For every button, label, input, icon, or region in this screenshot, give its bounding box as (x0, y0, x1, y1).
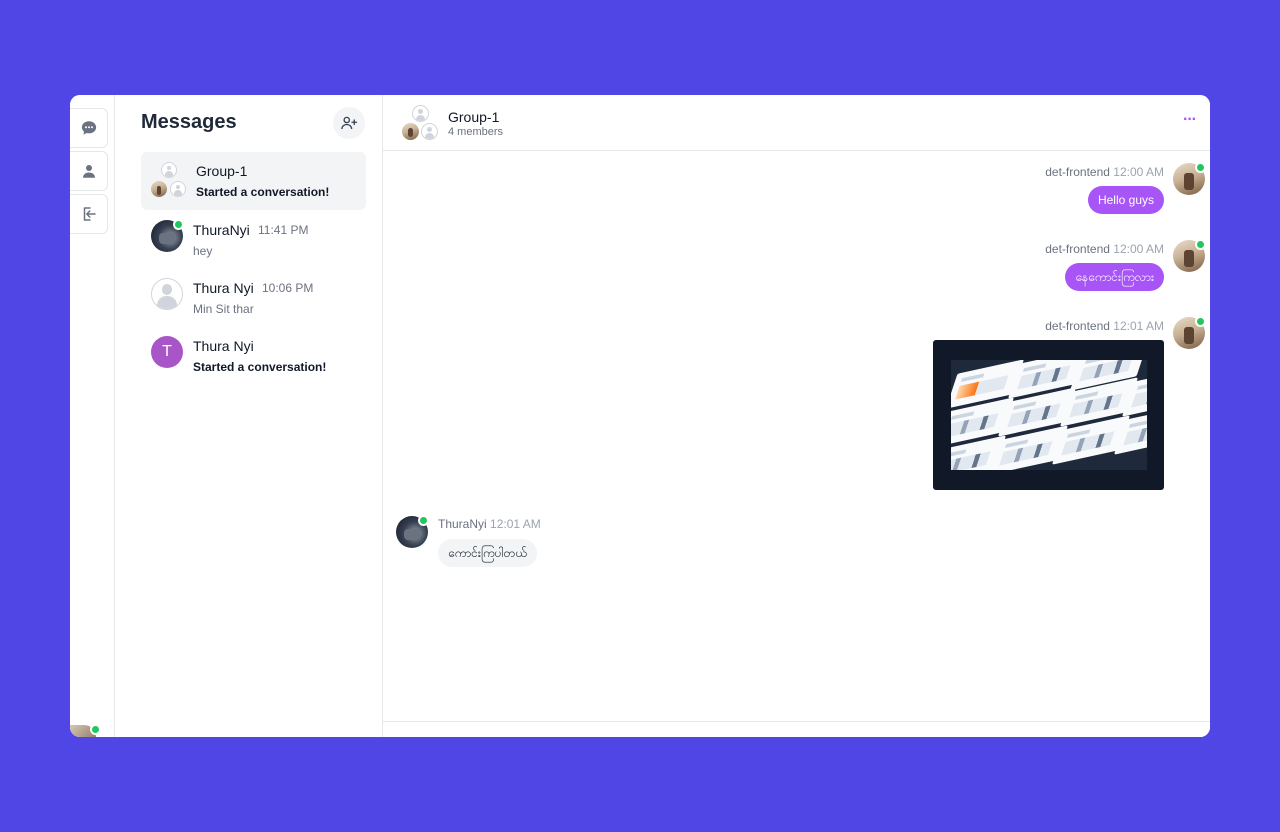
chat-bubble-icon (81, 121, 96, 135)
image-attachment[interactable] (933, 340, 1164, 490)
online-indicator (90, 724, 101, 735)
user-icon (82, 165, 95, 178)
sidebar-title: Messages (141, 111, 237, 133)
message-bubble: ကောင်းကြပါတယ် (438, 539, 537, 567)
add-user-button[interactable] (333, 107, 365, 139)
online-indicator (1195, 162, 1206, 173)
message-meta: det-frontend 12:01 AM (1045, 319, 1164, 333)
image-preview (951, 360, 1147, 470)
group-avatar (151, 181, 167, 197)
message-bubble: နေကောင်းကြလား (1065, 263, 1164, 291)
app-window: Messages Group-1 Started a conversation!… (70, 95, 1210, 737)
message-sender: det-frontend (1045, 165, 1110, 179)
conversation-name: Group-1 (196, 163, 248, 179)
group-avatar (412, 105, 429, 122)
online-indicator (1195, 239, 1206, 250)
conversation-item[interactable]: T Thura Nyi Started a conversation! (141, 328, 366, 386)
message-meta: ThuraNyi 12:01 AM (438, 517, 541, 531)
message-meta: det-frontend 12:00 AM (1045, 165, 1164, 179)
user-avatar (151, 278, 183, 310)
conversation-name: ThuraNyi (193, 222, 250, 238)
message-time: 12:01 AM (1113, 319, 1164, 333)
user-plus-icon (341, 116, 358, 130)
conversation-time: 10:06 PM (262, 281, 314, 295)
message-composer[interactable] (383, 721, 1210, 737)
online-indicator (173, 219, 184, 230)
message-sender: det-frontend (1045, 319, 1110, 333)
more-options-icon[interactable]: ··· (1183, 112, 1197, 128)
nav-profile-button[interactable] (70, 151, 108, 191)
conversation-item[interactable]: ThuraNyi 11:41 PM hey (141, 212, 366, 270)
nav-chats-button[interactable] (70, 108, 108, 148)
logout-icon (83, 207, 96, 221)
conversation-last-message: Started a conversation! (196, 185, 330, 199)
online-indicator (418, 515, 429, 526)
conversation-last-message: hey (193, 244, 213, 258)
chat-title: Group-1 (448, 109, 500, 125)
group-avatar (421, 123, 438, 140)
chat-header: Group-1 4 members ··· (383, 95, 1210, 151)
message-meta: det-frontend 12:00 AM (1045, 242, 1164, 256)
nav-rail (70, 95, 115, 737)
conversation-sidebar: Messages Group-1 Started a conversation!… (115, 95, 383, 737)
conversation-time: 11:41 PM (258, 223, 309, 237)
message-time: 12:00 AM (1113, 242, 1164, 256)
online-indicator (1195, 316, 1206, 327)
conversation-last-message: Min Sit thar (193, 302, 254, 316)
message-time: 12:01 AM (490, 517, 541, 531)
conversation-item[interactable]: Group-1 Started a conversation! (141, 152, 366, 210)
conversation-last-message: Started a conversation! (193, 360, 327, 374)
message-sender: ThuraNyi (438, 517, 487, 531)
message-time: 12:00 AM (1113, 165, 1164, 179)
message-sender: det-frontend (1045, 242, 1110, 256)
conversation-item[interactable]: Thura Nyi 10:06 PM Min Sit thar (141, 270, 366, 328)
group-avatar (161, 162, 177, 178)
conversation-name: Thura Nyi (193, 280, 254, 296)
chat-member-count: 4 members (448, 126, 504, 138)
nav-logout-button[interactable] (70, 194, 108, 234)
letter-avatar: T (151, 336, 183, 368)
conversation-name: Thura Nyi (193, 338, 254, 354)
group-avatar (402, 123, 419, 140)
chat-panel: Group-1 4 members ··· det-frontend 12:00… (383, 95, 1210, 737)
group-avatar (170, 181, 186, 197)
message-bubble: Hello guys (1087, 186, 1164, 214)
